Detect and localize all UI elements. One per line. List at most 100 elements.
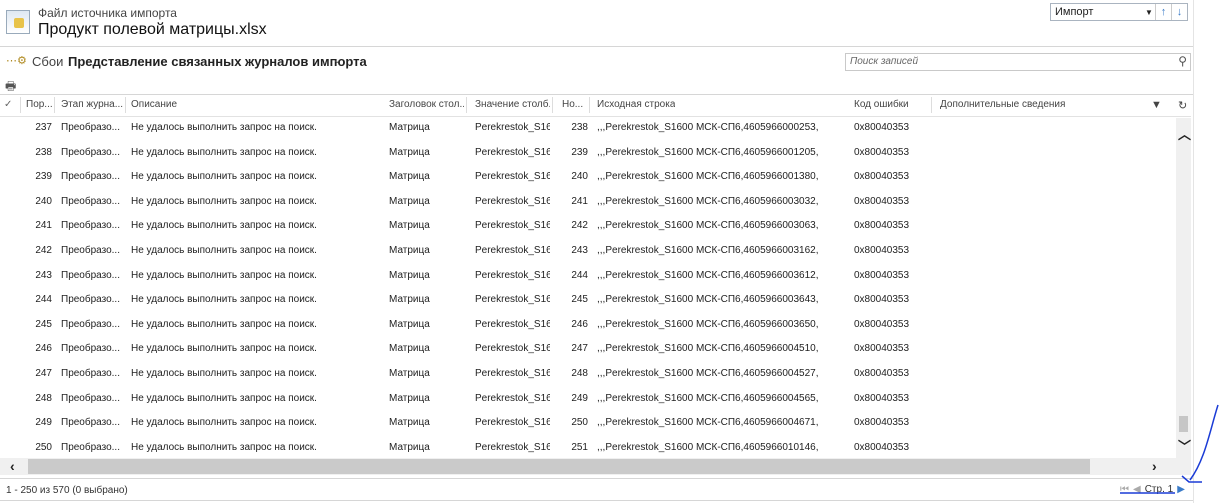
row-number: 239 bbox=[35, 171, 52, 183]
source-row: ,,,Perekrestok_S1600 МСК-СП6,46059660036… bbox=[597, 269, 819, 281]
refresh-icon[interactable]: ↻ bbox=[1178, 99, 1187, 112]
view-selector[interactable]: Представление связанных журналов импорта bbox=[68, 54, 367, 69]
column-header[interactable]: Заголовок стол... bbox=[389, 99, 464, 110]
description: Не удалось выполнить запрос на поиск. bbox=[131, 195, 317, 207]
line-number: 251 bbox=[571, 441, 588, 453]
stage: Преобразо... bbox=[61, 171, 120, 183]
error-code: 0x80040353 bbox=[854, 171, 910, 183]
dropdown-arrow-icon[interactable]: ▼ bbox=[1143, 4, 1155, 20]
description: Не удалось выполнить запрос на поиск. bbox=[131, 318, 317, 330]
column-header-value: Матрица bbox=[389, 343, 430, 355]
annotation-scribble bbox=[1120, 404, 1219, 494]
description: Не удалось выполнить запрос на поиск. bbox=[131, 441, 317, 453]
stage: Преобразо... bbox=[61, 195, 120, 207]
description: Не удалось выполнить запрос на поиск. bbox=[131, 245, 317, 256]
column-header[interactable]: Описание bbox=[131, 99, 177, 110]
source-row: ,,,Perekrestok_S1600 МСК-СП6,46059660101… bbox=[597, 441, 819, 453]
line-number: 240 bbox=[571, 171, 588, 183]
column-header-value: Матрица bbox=[389, 245, 430, 256]
column-value: Perekrestok_S16... bbox=[475, 343, 550, 355]
column-header[interactable]: Дополнительные сведения bbox=[940, 99, 1065, 110]
stage: Преобразо... bbox=[61, 441, 120, 453]
table-row[interactable]: 248 Преобразо... Не удалось выполнить запр… bbox=[0, 393, 1175, 417]
stage: Преобразо... bbox=[61, 392, 120, 404]
divider bbox=[0, 500, 1193, 501]
column-header-value: Матрица bbox=[389, 269, 430, 281]
stage: Преобразо... bbox=[61, 146, 120, 158]
column-header[interactable]: Этап журна... bbox=[61, 99, 123, 110]
error-code: 0x80040353 bbox=[854, 220, 910, 232]
scrollbar-thumb[interactable] bbox=[28, 459, 1090, 474]
column-header-value: Матрица bbox=[389, 146, 430, 158]
import-file-icon bbox=[6, 10, 30, 34]
source-row: ,,,Perekrestok_S1600 МСК-СП6,46059660013… bbox=[597, 171, 819, 183]
error-code: 0x80040353 bbox=[854, 146, 910, 158]
record-nav-value[interactable]: Импорт bbox=[1051, 4, 1143, 20]
stage: Преобразо... bbox=[61, 294, 120, 306]
fails-icon: ⋯⚙ bbox=[6, 55, 27, 67]
table-row[interactable]: 242 Преобразо... Не удалось выполнить запр… bbox=[0, 245, 1175, 269]
scroll-up-icon[interactable]: ︿ bbox=[1178, 124, 1191, 143]
row-number: 248 bbox=[35, 392, 52, 404]
column-header[interactable]: Исходная строка bbox=[597, 99, 675, 110]
table-row[interactable]: 240 Преобразо... Не удалось выполнить запр… bbox=[0, 196, 1175, 220]
row-number: 241 bbox=[35, 220, 52, 232]
table-row[interactable]: 238 Преобразо... Не удалось выполнить запр… bbox=[0, 147, 1175, 171]
table-row[interactable]: 239 Преобразо... Не удалось выполнить запр… bbox=[0, 171, 1175, 195]
table-row[interactable]: 246 Преобразо... Не удалось выполнить запр… bbox=[0, 343, 1175, 367]
record-count: 1 - 250 из 570 (0 выбрано) bbox=[6, 485, 128, 496]
source-row: ,,,Perekrestok_S1600 МСК-СП6,46059660045… bbox=[597, 343, 819, 355]
column-value: Perekrestok_S16... bbox=[475, 146, 550, 158]
column-header[interactable]: Пор... bbox=[26, 99, 52, 110]
divider bbox=[0, 46, 1193, 47]
table-row[interactable]: 247 Преобразо... Не удалось выполнить запр… bbox=[0, 368, 1175, 392]
arrow-down-icon[interactable]: ↓ bbox=[1171, 4, 1187, 20]
table-row[interactable]: 249 Преобразо... Не удалось выполнить запр… bbox=[0, 417, 1175, 441]
table-row[interactable]: 237 Преобразо... Не удалось выполнить запр… bbox=[0, 122, 1175, 146]
row-number: 238 bbox=[35, 146, 52, 158]
column-value: Perekrestok_S16... bbox=[475, 294, 550, 306]
row-number: 250 bbox=[35, 441, 52, 453]
source-row: ,,,Perekrestok_S1600 МСК-СП6,46059660002… bbox=[597, 122, 819, 133]
divider bbox=[0, 116, 1191, 117]
table-row[interactable]: 241 Преобразо... Не удалось выполнить запр… bbox=[0, 220, 1175, 244]
stage: Преобразо... bbox=[61, 343, 120, 355]
column-value: Perekrestok_S16... bbox=[475, 195, 550, 207]
scroll-left-icon[interactable]: ‹ bbox=[10, 458, 15, 474]
column-header[interactable]: Код ошибки bbox=[854, 99, 909, 110]
line-number: 241 bbox=[571, 195, 588, 207]
row-number: 244 bbox=[35, 294, 52, 306]
arrow-up-icon[interactable]: ↑ bbox=[1155, 4, 1171, 20]
line-number: 238 bbox=[571, 122, 588, 133]
chevron-down-icon[interactable]: ⌄ bbox=[333, 55, 341, 66]
table-row[interactable]: 243 Преобразо... Не удалось выполнить запр… bbox=[0, 270, 1175, 294]
column-value: Perekrestok_S16... bbox=[475, 417, 550, 429]
stage: Преобразо... bbox=[61, 245, 120, 256]
stage: Преобразо... bbox=[61, 122, 120, 133]
column-header-value: Матрица bbox=[389, 122, 430, 133]
column-header-value: Матрица bbox=[389, 171, 430, 183]
line-number: 247 bbox=[571, 343, 588, 355]
line-number: 250 bbox=[571, 417, 588, 429]
description: Не удалось выполнить запрос на поиск. bbox=[131, 392, 317, 404]
record-nav-select[interactable]: Импорт ▼ ↑ ↓ bbox=[1050, 3, 1188, 21]
column-value: Perekrestok_S16... bbox=[475, 392, 550, 404]
fails-label: Сбои bbox=[32, 54, 64, 69]
column-value: Perekrestok_S16... bbox=[475, 441, 550, 453]
table-row[interactable]: 245 Преобразо... Не удалось выполнить запр… bbox=[0, 319, 1175, 343]
row-number: 242 bbox=[35, 245, 52, 256]
filter-icon[interactable]: ▼ bbox=[1151, 99, 1162, 111]
source-row: ,,,Perekrestok_S1600 МСК-СП6,46059660046… bbox=[597, 417, 819, 429]
search-icon[interactable]: ⚲ bbox=[1178, 54, 1187, 68]
error-code: 0x80040353 bbox=[854, 368, 910, 379]
line-number: 249 bbox=[571, 392, 588, 404]
select-all-checkbox[interactable]: ✓ bbox=[4, 99, 12, 110]
error-code: 0x80040353 bbox=[854, 245, 910, 256]
column-header[interactable]: Значение столб... bbox=[475, 99, 550, 110]
table-row[interactable]: 244 Преобразо... Не удалось выполнить запр… bbox=[0, 294, 1175, 318]
search-input[interactable]: Поиск записей ⚲ bbox=[845, 53, 1191, 71]
stage: Преобразо... bbox=[61, 269, 120, 281]
horizontal-scrollbar[interactable]: ‹ › bbox=[0, 458, 1191, 475]
column-header[interactable]: Но... bbox=[562, 99, 588, 110]
row-number: 240 bbox=[35, 195, 52, 207]
